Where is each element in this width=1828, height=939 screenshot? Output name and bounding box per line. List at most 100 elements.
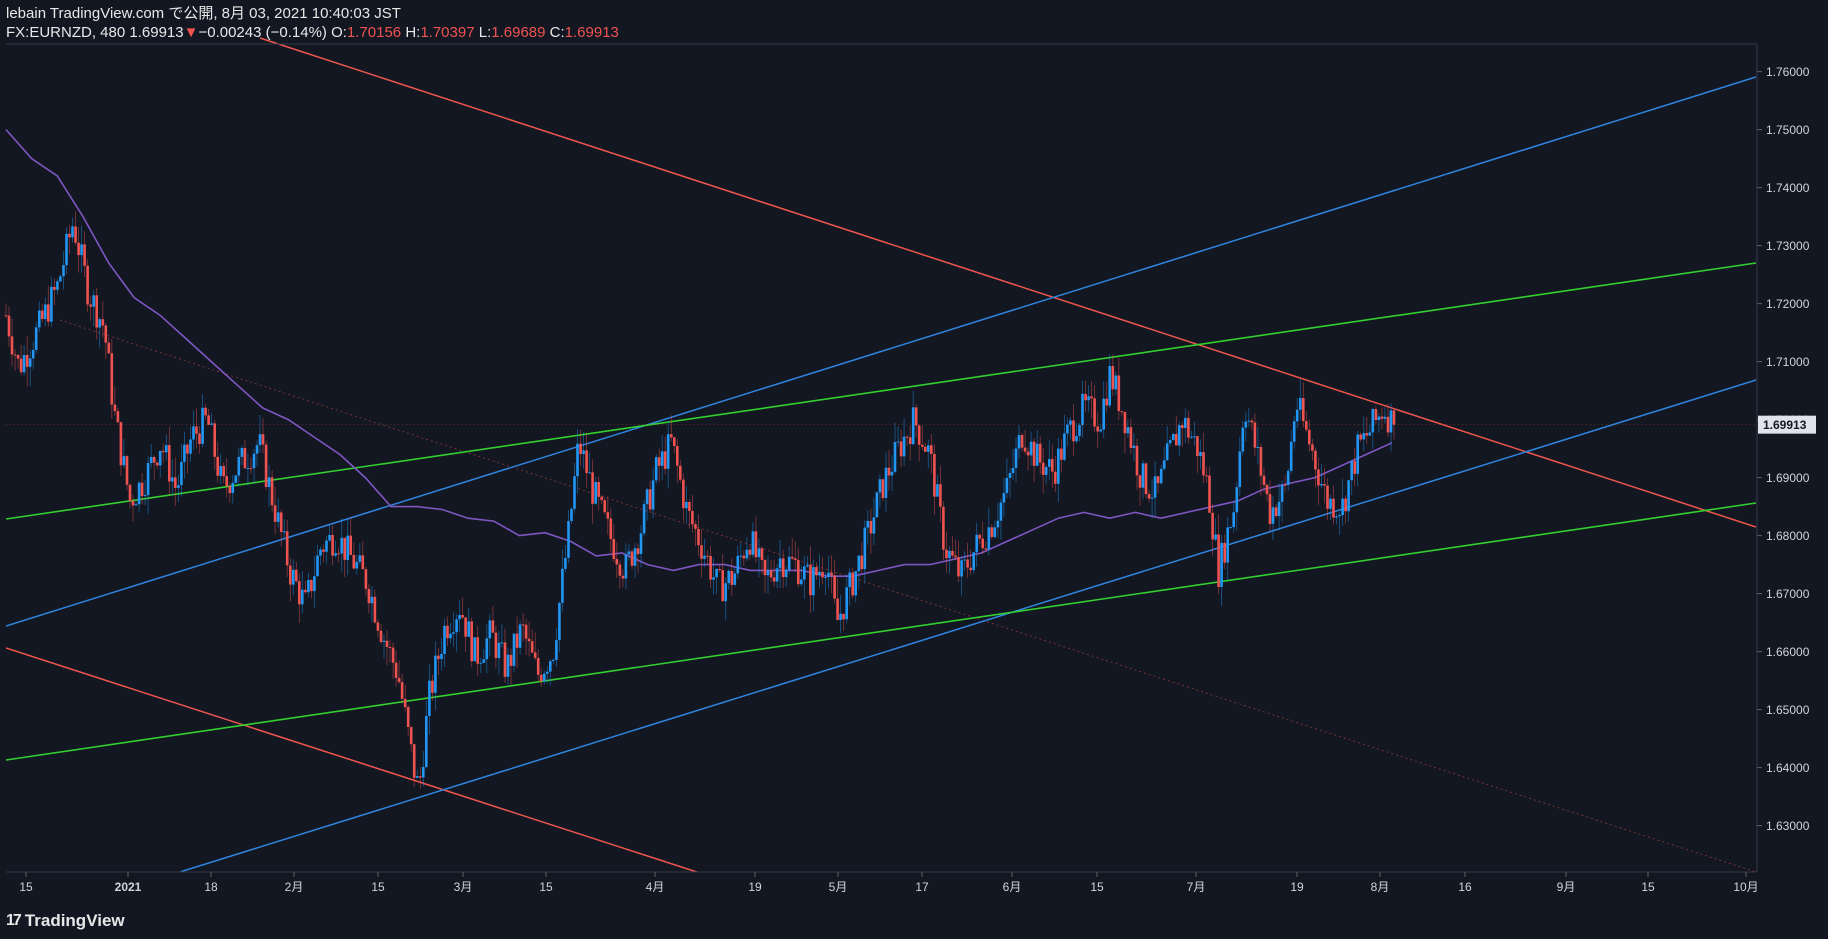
- trendline-drawings[interactable]: [6, 37, 1756, 873]
- candle-body: [128, 484, 132, 502]
- time-tick-label: 8月: [1371, 880, 1390, 894]
- price-tick-label: 1.64000: [1766, 761, 1810, 775]
- candle-body: [763, 560, 767, 576]
- candle-body: [473, 637, 476, 662]
- candle-body: [31, 350, 35, 359]
- candle-body: [180, 462, 183, 486]
- candle-body: [1265, 484, 1269, 495]
- candle-body: [1041, 462, 1045, 475]
- candle-body: [186, 444, 189, 454]
- candle-body: [177, 485, 180, 488]
- candle-body: [1135, 445, 1139, 476]
- candle-body: [1078, 425, 1081, 436]
- candle-body: [234, 475, 238, 483]
- candle-body: [1286, 470, 1290, 485]
- candle-body: [857, 555, 861, 572]
- time-tick-label: 4月: [646, 880, 665, 894]
- candle-body: [679, 465, 682, 480]
- candle-body: [530, 641, 534, 653]
- candle-body: [1350, 461, 1353, 481]
- candle-body: [790, 556, 794, 559]
- candle-body: [403, 698, 407, 708]
- candle-body: [107, 342, 111, 354]
- time-tick-label: 15: [1090, 880, 1104, 894]
- candle-body: [1196, 436, 1199, 456]
- candle-body: [1241, 427, 1245, 452]
- candle-body: [1090, 396, 1093, 399]
- candle-body: [676, 446, 679, 466]
- candle-body: [709, 556, 712, 580]
- candle-body: [279, 512, 283, 532]
- candle-body: [842, 613, 845, 620]
- candle-body: [1289, 441, 1293, 471]
- candle-body: [1247, 420, 1251, 422]
- candle-body: [7, 315, 11, 337]
- candle-body: [4, 315, 8, 317]
- candle-body: [119, 422, 123, 466]
- candle-body: [546, 671, 549, 674]
- candle-body: [346, 535, 349, 560]
- candle-body: [1326, 485, 1329, 509]
- candle-body: [809, 564, 812, 596]
- time-tick-label: 3月: [454, 880, 473, 894]
- candle-body: [500, 642, 504, 644]
- candle-body: [527, 638, 531, 642]
- candle-body: [875, 492, 879, 518]
- candle-body: [13, 354, 17, 356]
- candle-body: [152, 457, 156, 463]
- candle-body: [171, 477, 174, 482]
- candle-body: [104, 325, 108, 343]
- tradingview-logo[interactable]: 17 TradingView: [6, 911, 125, 931]
- candle-body: [437, 655, 440, 660]
- candle-body: [1153, 476, 1157, 498]
- candle-body: [1323, 484, 1326, 486]
- price-tick-label: 1.66000: [1766, 645, 1810, 659]
- candle-body: [1199, 452, 1202, 456]
- candle-body: [845, 587, 848, 620]
- candle-body: [1274, 507, 1278, 517]
- candle-body: [766, 570, 770, 576]
- candle-body: [207, 415, 210, 425]
- candle-body: [917, 425, 921, 445]
- moving-average-line: [5, 129, 1393, 577]
- candle-body: [666, 434, 670, 469]
- candle-body: [521, 624, 525, 626]
- candle-body: [1389, 410, 1393, 433]
- candle-body: [902, 436, 906, 457]
- candle-body: [1223, 542, 1226, 563]
- candle-body: [830, 572, 833, 576]
- candle-body: [1069, 420, 1072, 425]
- candle-body: [391, 647, 395, 663]
- candle-body: [255, 445, 259, 454]
- candle-body: [745, 549, 749, 559]
- price-tick-label: 1.75000: [1766, 123, 1810, 137]
- candle-body: [431, 680, 434, 693]
- candle-body: [969, 567, 972, 571]
- time-tick-label: 2月: [285, 880, 304, 894]
- candle-body: [1377, 416, 1381, 420]
- candle-body: [1072, 420, 1075, 442]
- candle-body: [340, 537, 343, 554]
- candle-body: [364, 569, 368, 589]
- candle-body: [134, 504, 138, 506]
- candle-body: [1335, 516, 1338, 518]
- candle-body: [497, 642, 501, 658]
- candle-body: [1184, 417, 1187, 428]
- candle-body: [1156, 476, 1160, 484]
- price-chart[interactable]: 1.63000 1.64000 1.65000 1.66000 1.67000 1.680…: [0, 0, 1828, 939]
- candle-body: [506, 654, 510, 677]
- price-tick-label: 1.74000: [1766, 181, 1810, 195]
- candle-body: [887, 467, 891, 476]
- candle-body: [948, 550, 951, 558]
- candle-body: [1353, 461, 1356, 474]
- candle-body: [884, 467, 888, 498]
- candle-body: [978, 534, 981, 539]
- candle-body: [933, 454, 936, 497]
- candle-body: [908, 437, 912, 444]
- candle-body: [282, 531, 286, 533]
- candle-body: [41, 310, 44, 319]
- candle-body: [615, 558, 619, 565]
- candle-body: [494, 632, 498, 658]
- candle-body: [261, 434, 265, 445]
- candle-body: [781, 558, 785, 578]
